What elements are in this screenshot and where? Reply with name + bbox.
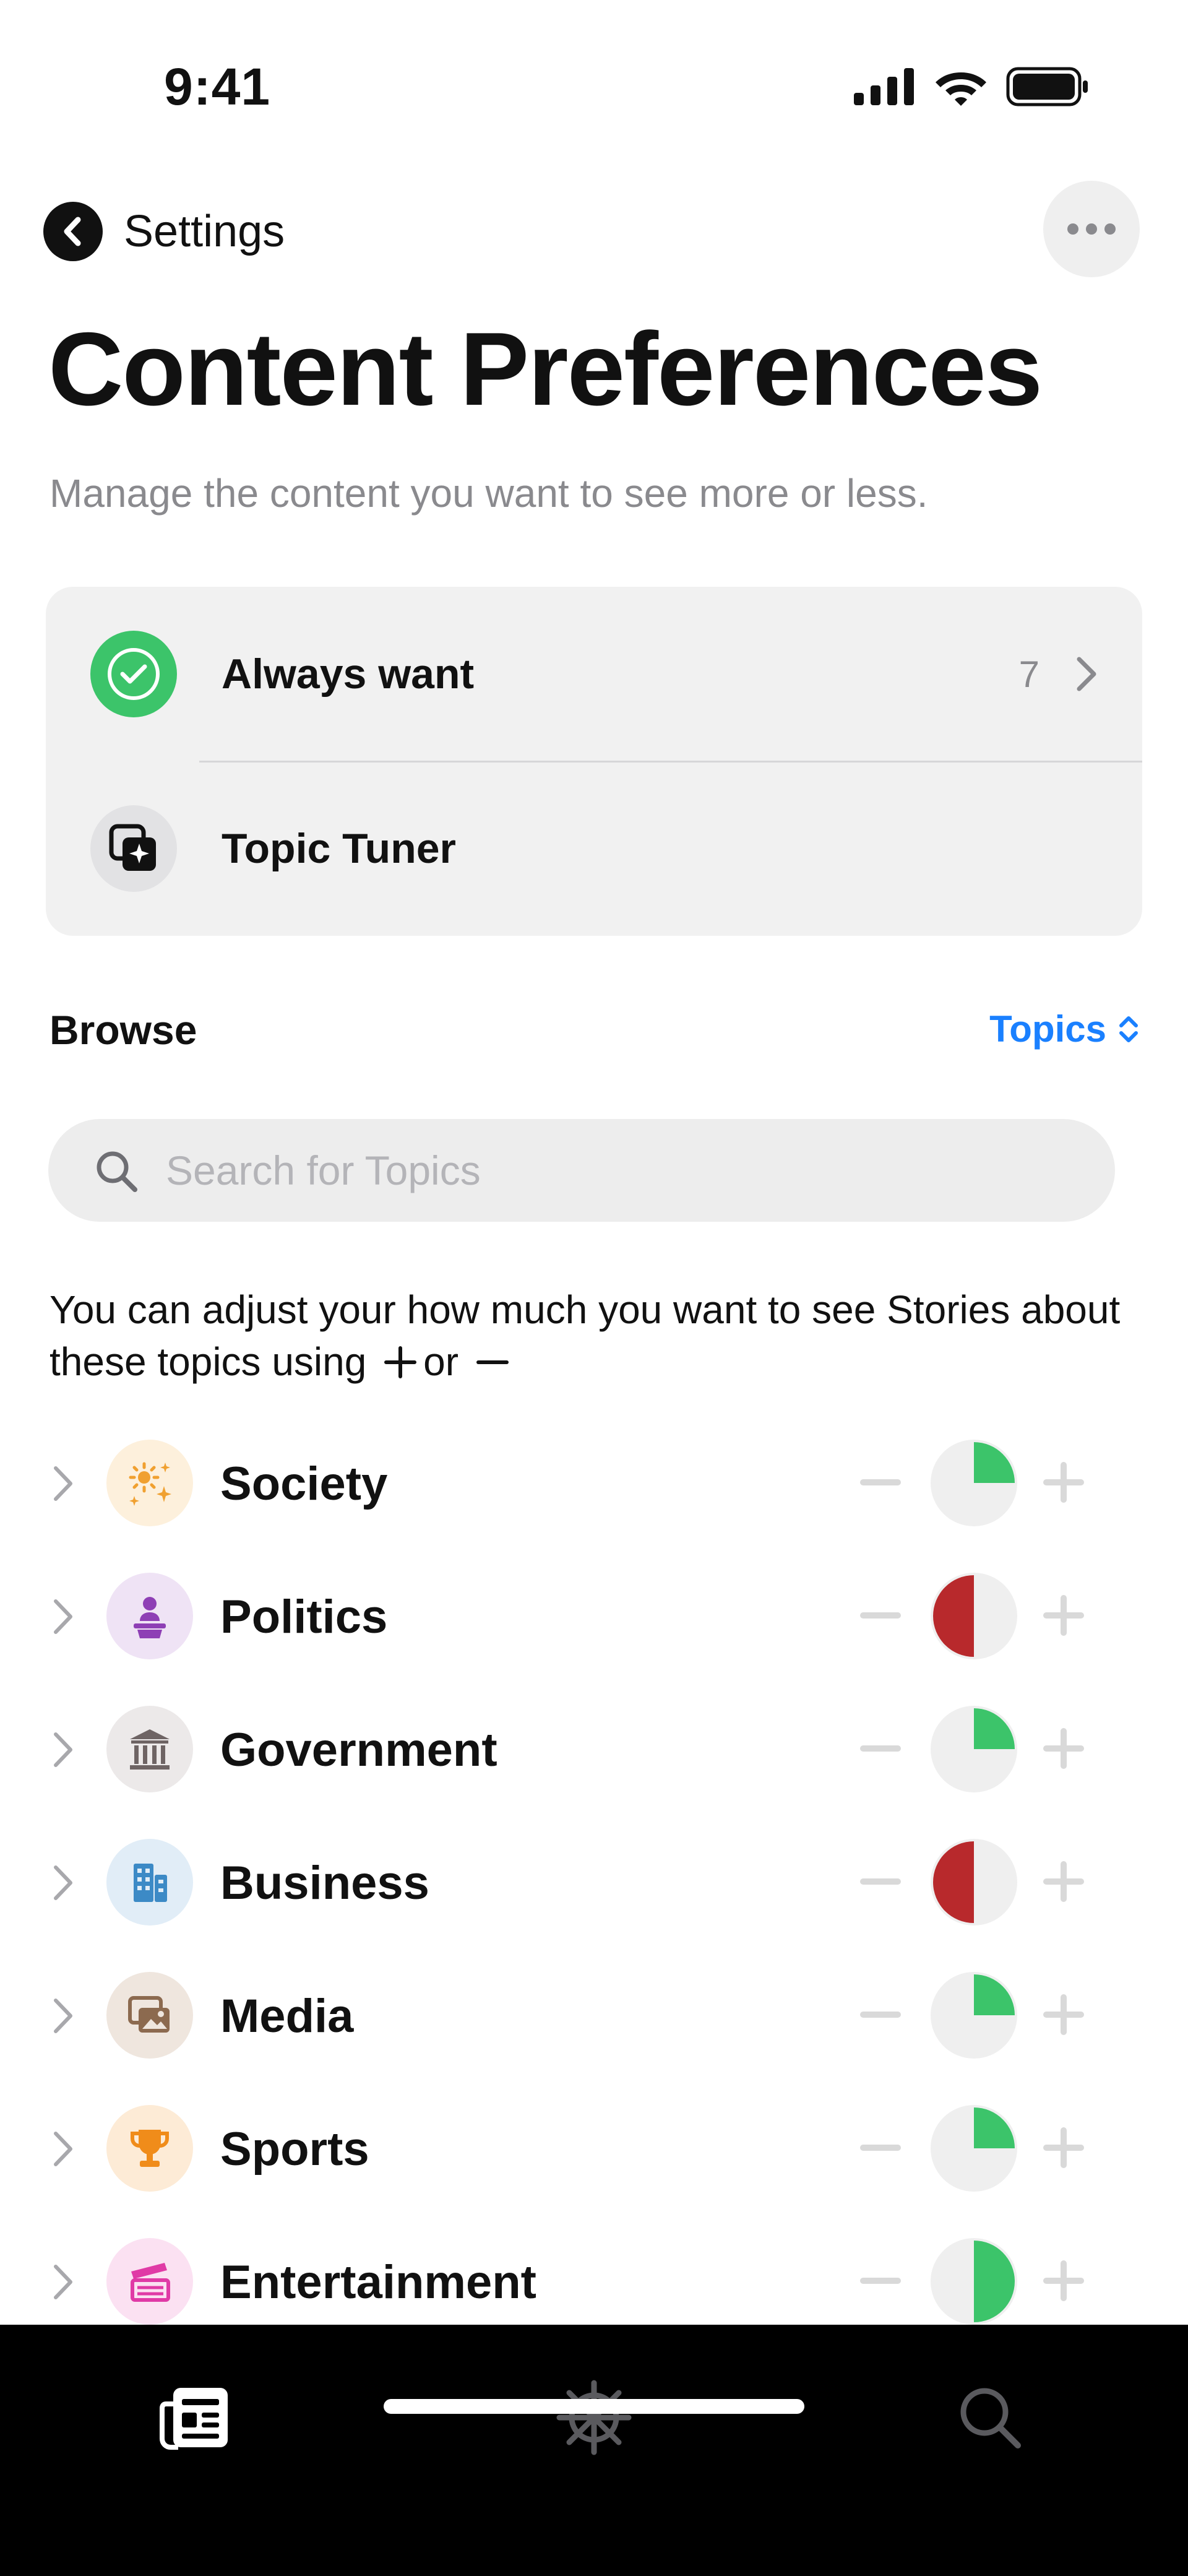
- chevron-right-icon[interactable]: [51, 1597, 75, 1636]
- increase-button[interactable]: [1043, 1994, 1084, 2035]
- topic-name: Entertainment: [220, 2256, 536, 2309]
- topic-row-government: Government: [0, 1683, 1188, 1817]
- cellular-signal-icon: [854, 68, 914, 105]
- wifi-icon: [936, 72, 986, 106]
- topic-list: Society Politics Government Business Med…: [0, 1417, 1188, 2349]
- newspaper-icon: [160, 2388, 228, 2450]
- preference-level-wedge: [933, 1841, 974, 1923]
- preference-level-wedge: [974, 1442, 1015, 1483]
- ellipsis-icon: [1067, 223, 1078, 235]
- home-indicator: [384, 2399, 804, 2414]
- hint-text: You can adjust your how much you want to…: [50, 1284, 1138, 1388]
- topic-row-business: Business: [0, 1817, 1188, 1950]
- decrease-button[interactable]: [860, 2012, 901, 2018]
- search-icon: [960, 2388, 1021, 2448]
- topic-tuner-label: Topic Tuner: [222, 825, 457, 872]
- hint-text-body: You can adjust your how much you want to…: [50, 1287, 1121, 1384]
- decrease-button[interactable]: [860, 1745, 901, 1752]
- chevron-left-icon: [43, 202, 103, 261]
- increase-button[interactable]: [1043, 1728, 1084, 1769]
- more-options-button[interactable]: [1043, 181, 1140, 277]
- back-button-label: Settings: [124, 207, 285, 256]
- always-want-row[interactable]: Always want 7: [46, 587, 1142, 761]
- chevron-up-down-icon: [1119, 1016, 1138, 1042]
- preference-level-indicator: [931, 1573, 1017, 1659]
- chevron-right-icon[interactable]: [51, 1731, 75, 1769]
- decrease-button[interactable]: [860, 1878, 901, 1885]
- browse-heading: Browse: [50, 1007, 197, 1053]
- search-tab[interactable]: [947, 2374, 1033, 2461]
- topic-row-sports: Sports: [0, 2083, 1188, 2216]
- preference-level-wedge: [933, 1575, 974, 1657]
- search-field[interactable]: [48, 1119, 1115, 1222]
- increase-button[interactable]: [1043, 1595, 1084, 1636]
- preference-level-wedge: [974, 2107, 1015, 2148]
- topic-name: Politics: [220, 1591, 388, 1643]
- office-building-icon: [106, 1839, 193, 1926]
- chevron-right-icon[interactable]: [51, 2263, 75, 2301]
- search-icon: [97, 1151, 137, 1192]
- sports-tab[interactable]: [551, 2374, 637, 2461]
- chevron-right-icon[interactable]: [51, 2130, 75, 2168]
- topic-name: Government: [220, 1724, 497, 1776]
- preference-level-indicator: [931, 1972, 1017, 2059]
- status-bar: 9:41: [0, 0, 1188, 155]
- page-subtitle: Manage the content you want to see more …: [50, 471, 928, 516]
- preferences-card: Always want 7 Topic Tuner: [46, 587, 1142, 936]
- preference-level-indicator: [931, 1706, 1017, 1792]
- topic-name: Media: [220, 1990, 354, 2042]
- person-podium-icon: [106, 1573, 193, 1659]
- status-icons: [854, 67, 1089, 106]
- topic-name: Society: [220, 1458, 388, 1510]
- preference-level-indicator: [931, 1440, 1017, 1526]
- topic-row-politics: Politics: [0, 1550, 1188, 1683]
- hint-connector: or: [423, 1339, 458, 1384]
- decrease-button[interactable]: [860, 1612, 901, 1619]
- photos-icon: [106, 1972, 193, 2059]
- plus-icon: [384, 1346, 417, 1378]
- preference-level-indicator: [931, 1839, 1017, 1926]
- chevron-right-icon[interactable]: [51, 1464, 75, 1503]
- always-want-count: 7: [1018, 653, 1040, 695]
- preference-level-indicator: [931, 2238, 1017, 2325]
- preference-level-wedge: [974, 1974, 1015, 2015]
- chevron-right-icon: [1077, 657, 1096, 691]
- tab-bar: [0, 2325, 1188, 2576]
- topics-selector[interactable]: Topics: [989, 1008, 1140, 1050]
- chevron-right-icon[interactable]: [51, 1864, 75, 1902]
- status-time: 9:41: [164, 58, 271, 116]
- battery-icon: [1006, 67, 1088, 106]
- increase-button[interactable]: [1043, 2260, 1084, 2301]
- increase-button[interactable]: [1043, 2127, 1084, 2168]
- building-columns-icon: [106, 1706, 193, 1792]
- increase-button[interactable]: [1043, 1861, 1084, 1902]
- topics-selector-label: Topics: [989, 1008, 1106, 1050]
- search-input[interactable]: [166, 1119, 1069, 1222]
- topic-row-media: Media: [0, 1950, 1188, 2083]
- preference-level-wedge: [974, 1708, 1015, 1749]
- news-tab[interactable]: [152, 2374, 239, 2461]
- always-want-label: Always want: [222, 650, 475, 698]
- minus-icon: [476, 1360, 509, 1364]
- increase-button[interactable]: [1043, 1462, 1084, 1503]
- back-button[interactable]: Settings: [43, 202, 285, 261]
- checkmark-circle-icon: [90, 631, 177, 717]
- decrease-button[interactable]: [860, 2145, 901, 2151]
- topic-name: Business: [220, 1857, 429, 1909]
- topic-name: Sports: [220, 2123, 369, 2176]
- topic-tuner-row[interactable]: Topic Tuner: [46, 761, 1142, 936]
- topic-row-society: Society: [0, 1417, 1188, 1550]
- chevron-right-icon[interactable]: [51, 1997, 75, 2035]
- decrease-button[interactable]: [860, 1479, 901, 1485]
- decrease-button[interactable]: [860, 2278, 901, 2284]
- topic-tuner-icon: [90, 805, 177, 892]
- trophy-icon: [106, 2105, 193, 2192]
- ship-wheel-icon: [556, 2380, 632, 2455]
- preference-level-indicator: [931, 2105, 1017, 2192]
- clapperboard-icon: [106, 2238, 193, 2325]
- page-title: Content Preferences: [48, 311, 1043, 427]
- preference-level-wedge: [974, 2241, 1015, 2322]
- sparkles-icon: [106, 1440, 193, 1526]
